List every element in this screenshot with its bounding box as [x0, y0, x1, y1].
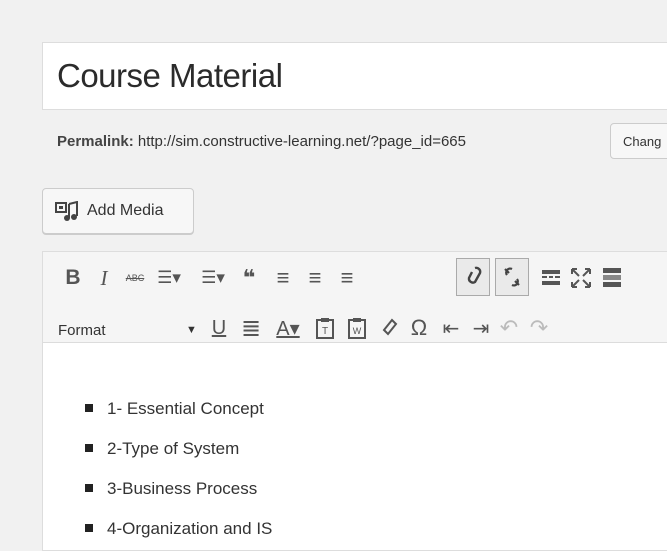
- paste-word-button[interactable]: W: [343, 314, 371, 342]
- permalink-label: Permalink:: [57, 133, 134, 150]
- align-right-button[interactable]: ≡: [333, 264, 361, 292]
- underline-button[interactable]: U: [205, 314, 233, 342]
- italic-button[interactable]: I: [90, 264, 118, 292]
- remove-link-button[interactable]: [495, 258, 529, 296]
- bullet-icon: [85, 403, 93, 412]
- format-label: Format: [58, 322, 106, 339]
- indent-button[interactable]: ⇥: [467, 314, 495, 342]
- outdent-button[interactable]: ⇤: [437, 314, 465, 342]
- fullscreen-icon: [571, 268, 591, 288]
- align-center-button[interactable]: ≡: [301, 264, 329, 292]
- clipboard-text-icon: T: [316, 318, 334, 339]
- eraser-button[interactable]: [375, 314, 403, 342]
- list-item: 3-Business Process: [85, 479, 257, 499]
- post-editor[interactable]: B I ABC ☰▾ ☰▾ ❝ ≡ ≡ ≡ Format ▼ U ≣ A▾ T …: [42, 251, 667, 551]
- special-character-button[interactable]: Ω: [405, 314, 433, 342]
- numbered-list-button[interactable]: ☰▾: [193, 264, 233, 292]
- permalink-url[interactable]: http://sim.constructive-learning.net/?pa…: [138, 133, 466, 150]
- bullet-icon: [85, 523, 93, 532]
- permalink: Permalink: http://sim.constructive-learn…: [57, 133, 466, 150]
- kitchen-sink-icon: [603, 268, 621, 287]
- format-dropdown[interactable]: Format ▼: [58, 322, 200, 350]
- insert-link-button[interactable]: [456, 258, 490, 296]
- bullet-icon: [85, 443, 93, 452]
- bulleted-list-button[interactable]: ☰▾: [149, 264, 189, 292]
- svg-text:W: W: [353, 326, 362, 336]
- list-item: 1- Essential Concept: [85, 399, 264, 419]
- media-icon: [55, 200, 81, 228]
- eraser-icon: [382, 318, 398, 336]
- add-media-label: Add Media: [87, 202, 164, 219]
- list-item: 4-Organization and IS: [85, 519, 272, 539]
- svg-text:T: T: [322, 326, 328, 337]
- undo-button[interactable]: ↶: [495, 314, 523, 342]
- strikethrough-button[interactable]: ABC: [121, 264, 149, 292]
- text-color-button[interactable]: A▾: [269, 314, 307, 342]
- post-title: Course Material: [57, 57, 283, 94]
- bullet-icon: [85, 483, 93, 492]
- paste-text-button[interactable]: T: [311, 314, 339, 342]
- fullscreen-button[interactable]: [567, 264, 595, 292]
- chevron-down-icon: ▼: [186, 324, 197, 336]
- clipboard-word-icon: W: [348, 318, 366, 339]
- change-permalink-button[interactable]: Chang: [610, 123, 667, 159]
- justify-button[interactable]: ≣: [237, 314, 265, 342]
- link-icon: [467, 266, 482, 284]
- align-left-button[interactable]: ≡: [269, 264, 297, 292]
- list-item: 2-Type of System: [85, 439, 239, 459]
- redo-button[interactable]: ↷: [525, 314, 553, 342]
- read-more-button[interactable]: [537, 264, 565, 292]
- title-input[interactable]: Course Material: [42, 42, 667, 110]
- toolbar-toggle-button[interactable]: [598, 264, 626, 292]
- blockquote-button[interactable]: ❝: [235, 264, 263, 292]
- add-media-button[interactable]: Add Media: [42, 188, 194, 234]
- bold-button[interactable]: B: [59, 264, 87, 292]
- unlink-icon: [504, 267, 520, 287]
- editor-toolbar: B I ABC ☰▾ ☰▾ ❝ ≡ ≡ ≡ Format ▼ U ≣ A▾ T …: [43, 252, 667, 343]
- read-more-icon: [542, 270, 560, 285]
